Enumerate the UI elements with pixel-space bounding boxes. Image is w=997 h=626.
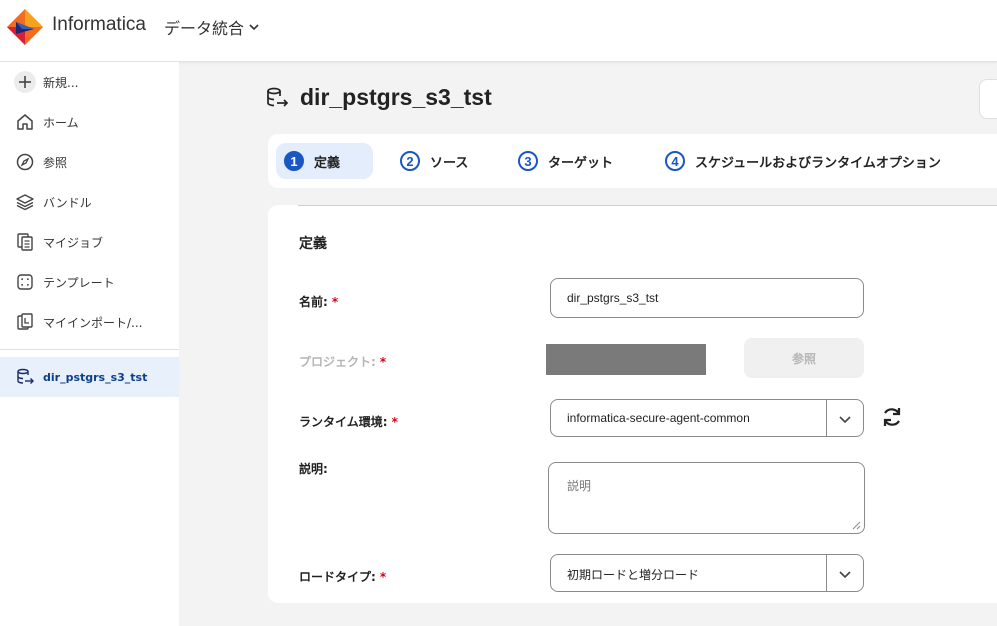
top-header: Informatica データ統合 xyxy=(0,0,997,62)
step-source[interactable]: 2 ソース xyxy=(392,143,480,179)
sidebar-item-label: 新規... xyxy=(43,75,79,90)
load-type-label-text: ロードタイプ: xyxy=(299,570,376,584)
sidebar-item-home[interactable]: ホーム xyxy=(0,102,179,142)
layers-icon xyxy=(14,191,36,213)
jobs-icon xyxy=(14,231,36,253)
step-label: ソース xyxy=(430,155,469,171)
sidebar-open-task[interactable]: dir_pstgrs_s3_tst xyxy=(0,357,179,397)
project-label: プロジェクト: * xyxy=(299,353,386,370)
step-target[interactable]: 3 ターゲット xyxy=(510,143,625,179)
required-mark: * xyxy=(331,295,339,309)
brand-name: Informatica xyxy=(52,14,146,35)
sidebar-divider xyxy=(0,349,179,350)
informatica-logo-icon[interactable] xyxy=(6,8,44,46)
name-label: 名前: * xyxy=(299,293,338,310)
page-title: dir_pstgrs_s3_tst xyxy=(300,84,492,110)
chevron-down-icon[interactable] xyxy=(838,412,852,426)
name-label-text: 名前: xyxy=(299,295,328,309)
divider xyxy=(298,205,997,206)
replication-task-icon xyxy=(267,87,289,107)
wizard-steps: 1 定義 2 ソース 3 ターゲット 4 スケジュールおよびランタイムオプション xyxy=(268,134,997,188)
sidebar-item-label: マイジョブ xyxy=(43,235,104,250)
sidebar-item-explore[interactable]: 参照 xyxy=(0,142,179,182)
step-label: 定義 xyxy=(314,155,341,171)
runtime-select[interactable]: informatica-secure-agent-common xyxy=(550,399,864,437)
step-number: 3 xyxy=(518,151,538,171)
description-label: 説明: xyxy=(299,462,328,476)
plus-icon xyxy=(14,71,36,93)
sidebar-item-label: バンドル xyxy=(43,195,92,210)
sidebar-item-new[interactable]: 新規... xyxy=(0,62,179,102)
sidebar-item-label: テンプレート xyxy=(43,275,115,290)
step-schedule-runtime[interactable]: 4 スケジュールおよびランタイムオプション xyxy=(657,143,953,179)
chevron-down-icon[interactable] xyxy=(838,567,852,581)
description-textarea[interactable] xyxy=(548,462,865,534)
runtime-label: ランタイム環境: * xyxy=(299,413,398,430)
sidebar-item-templates[interactable]: テンプレート xyxy=(0,262,179,302)
sidebar-item-my-jobs[interactable]: マイジョブ xyxy=(0,222,179,262)
required-mark: * xyxy=(391,415,398,429)
chevron-down-icon[interactable] xyxy=(247,20,261,34)
browse-button[interactable]: 参照 xyxy=(744,338,864,378)
load-type-value: 初期ロードと増分ロード xyxy=(567,568,700,582)
load-type-label: ロードタイプ: * xyxy=(299,568,386,585)
step-label: スケジュールおよびランタイムオプション xyxy=(695,155,941,171)
project-field xyxy=(546,344,706,375)
sidebar-item-label: 参照 xyxy=(43,155,68,170)
step-number: 2 xyxy=(400,151,420,171)
step-definition[interactable]: 1 定義 xyxy=(276,143,373,179)
compass-icon xyxy=(14,151,36,173)
sidebar-item-label: dir_pstgrs_s3_tst xyxy=(43,370,148,384)
runtime-value: informatica-secure-agent-common xyxy=(567,411,750,425)
template-icon xyxy=(14,271,36,293)
definition-card: 定義 名前: * dir_pstgrs_s3_tst プロジェクト: * 参照 ラン… xyxy=(268,205,997,603)
refresh-icon[interactable] xyxy=(880,405,904,429)
sidebar-item-bundles[interactable]: バンドル xyxy=(0,182,179,222)
sidebar: 新規... ホーム 参照 バンドル マイジョブ テンプレート マイインポート/.… xyxy=(0,62,179,626)
step-number: 1 xyxy=(284,151,304,171)
sidebar-item-label: マイインポート/... xyxy=(43,315,143,330)
product-switcher[interactable]: データ統合 xyxy=(164,15,244,39)
home-icon xyxy=(14,111,36,133)
sidebar-item-label: ホーム xyxy=(43,115,79,130)
select-divider xyxy=(826,555,827,591)
replication-task-icon xyxy=(14,366,36,388)
required-mark: * xyxy=(379,355,387,369)
step-label: ターゲット xyxy=(548,155,614,171)
runtime-label-text: ランタイム環境: xyxy=(299,415,388,429)
required-mark: * xyxy=(379,570,387,584)
project-label-text: プロジェクト: xyxy=(299,355,376,369)
header-action-button[interactable] xyxy=(979,79,997,119)
name-input[interactable]: dir_pstgrs_s3_tst xyxy=(550,278,864,318)
select-divider xyxy=(826,400,827,436)
section-title: 定義 xyxy=(299,236,327,252)
sidebar-item-my-imports[interactable]: マイインポート/... xyxy=(0,302,179,342)
import-icon xyxy=(14,311,36,333)
resize-grip-icon[interactable] xyxy=(851,520,861,530)
load-type-select[interactable]: 初期ロードと増分ロード xyxy=(550,554,864,592)
step-number: 4 xyxy=(665,151,685,171)
